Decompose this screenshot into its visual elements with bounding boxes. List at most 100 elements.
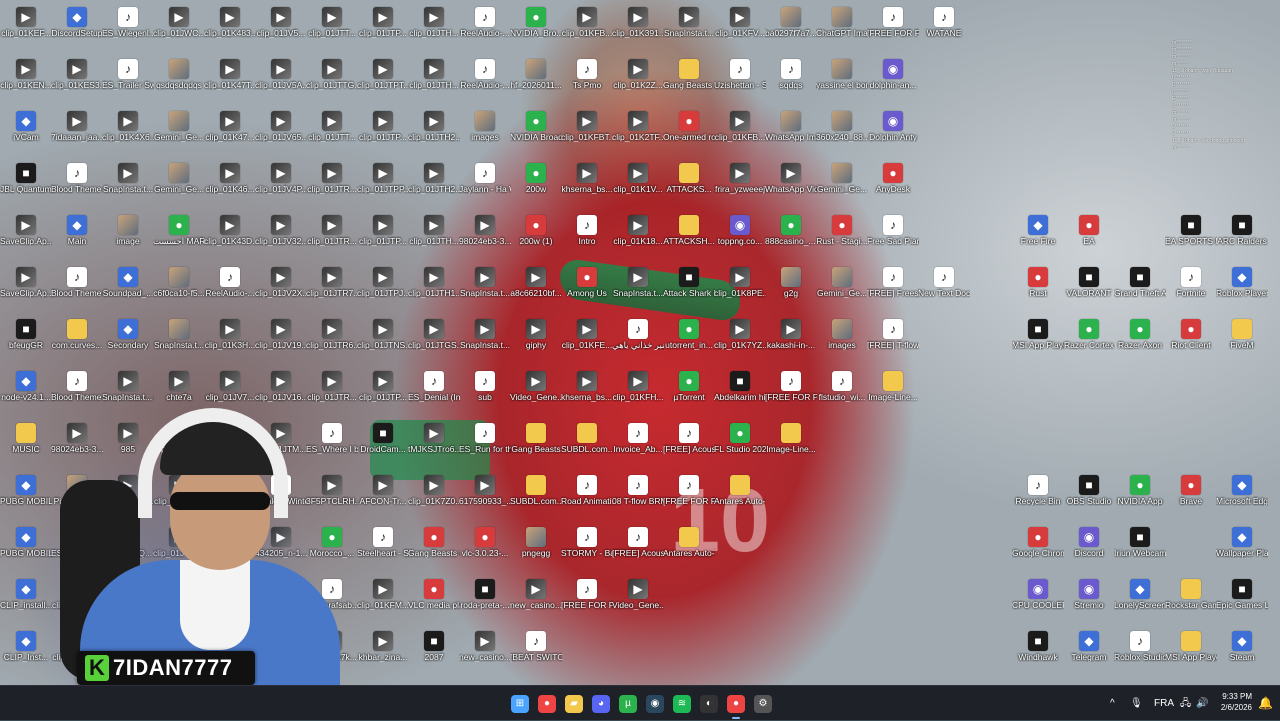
desktop-icon[interactable]: ♪Uzishettan - SOLO (Vis... <box>714 56 766 108</box>
desktop-icon[interactable]: ◆ Telegram <box>1063 628 1115 680</box>
language-indicator[interactable]: FRA <box>1154 686 1174 721</box>
desktop-icon[interactable]: ▶ clip_01KFE... <box>561 316 613 368</box>
desktop-icon[interactable]: ▶clip_01JTH... <box>408 56 460 108</box>
desktop-icon[interactable]: com.curves... <box>51 316 103 368</box>
desktop-icon[interactable]: ♪[FREE FOR PROFIT] ... <box>561 576 613 628</box>
desktop-icon[interactable]: ■ Windhawk <box>1012 628 1064 680</box>
desktop-icon[interactable]: ▶ clip_01KFB... <box>714 108 766 160</box>
desktop-icon[interactable]: ♪ Recycle Bin <box>1012 472 1064 524</box>
desktop-icon[interactable]: ♪ Intro <box>561 212 613 264</box>
desktop-icon[interactable]: pngegg <box>510 524 562 576</box>
desktop-icon[interactable]: 360x240_88... 3 <box>816 108 868 160</box>
desktop-icon[interactable]: ▶ clip_01JTTG... <box>306 56 358 108</box>
notification-bell-icon[interactable]: 🔔 <box>1258 686 1273 721</box>
desktop-icon[interactable]: ▶ clip_01JTR... <box>306 212 358 264</box>
desktop-icon[interactable]: ◆ Free Fire <box>1012 212 1064 264</box>
desktop-icon[interactable]: ■JBL QuantumE... <box>0 160 52 212</box>
desktop-icon[interactable]: ●VLC media player <box>408 576 460 628</box>
desktop-icon[interactable]: ◉ dolphin-an... <box>867 56 919 108</box>
desktop-icon[interactable]: ◉ Discord <box>1063 524 1115 576</box>
desktop-icon[interactable]: ◆ Microsoft Edge <box>1216 472 1268 524</box>
desktop-icon[interactable]: qsdqsdqdqs <box>153 56 205 108</box>
desktop-icon[interactable]: ▶ clip_01K1V... <box>612 160 664 212</box>
desktop-icon[interactable]: ■ Iriun Webcam <box>1114 524 1166 576</box>
desktop-icon[interactable]: ♪ Ts Pmo <box>561 56 613 108</box>
volume-icon[interactable]: 🔊 <box>1196 686 1208 721</box>
desktop-icon[interactable]: ■EA SPORTS FC™ 26 <box>1165 212 1217 264</box>
desktop-icon[interactable]: ▶ clip_01JV5... <box>255 4 307 56</box>
desktop-icon[interactable]: ♪ Fortnite <box>1165 264 1217 316</box>
desktop-icon[interactable]: ▶ clip_01JTH1... <box>408 264 460 316</box>
file-explorer-taskbar-icon[interactable]: ▰ <box>565 695 583 713</box>
desktop-icon[interactable]: ▶ clip_01JTPP... <box>357 160 409 212</box>
desktop-icon[interactable]: image <box>102 212 154 264</box>
desktop-icon[interactable]: ▶ clip_01JTGS... <box>408 316 460 368</box>
steam-taskbar-icon[interactable]: ◉ <box>646 695 664 713</box>
desktop-icon[interactable]: ChatGPT Image 3 fé... <box>816 4 868 56</box>
desktop-icon[interactable]: ♪STORMY - Bali maak... <box>561 524 613 576</box>
desktop-icon[interactable]: ◆ Main <box>51 212 103 264</box>
desktop-icon[interactable]: Gemini_Ge... <box>153 160 205 212</box>
desktop-icon[interactable]: ♪ ReelAudio-... <box>459 4 511 56</box>
desktop-icon[interactable]: ▶ clip_01K8PE... <box>714 264 766 316</box>
desktop-icon[interactable]: Image-Line... <box>765 420 817 472</box>
desktop-icon[interactable]: ♪ Invoice_Ab... <box>612 420 664 472</box>
desktop-icon[interactable]: ▶ SaveClip.Ap... <box>0 212 52 264</box>
desktop-icon[interactable]: ■ VALORANT <box>1063 264 1115 316</box>
discord-taskbar-icon[interactable]: ◕ <box>592 695 610 713</box>
desktop-icon[interactable]: ▶SnapInsta.t... <box>459 316 511 368</box>
windows-start-taskbar-icon[interactable]: ⊞ <box>511 695 529 713</box>
desktop-icon[interactable]: yassine el bomaly <box>816 56 868 108</box>
desktop-icon[interactable]: ♪ES_Run for the Man ... <box>459 420 511 472</box>
desktop-icon[interactable]: ▶ khserna_bs... <box>561 160 613 212</box>
desktop-icon[interactable]: Gang Beasts <box>510 420 562 472</box>
desktop-icon[interactable]: ▶ clip_01JTP... <box>357 4 409 56</box>
desktop-icon[interactable]: ▶clip_01JWC... (1) <box>153 4 205 56</box>
desktop-icon[interactable]: ▶ clip_01JV32... <box>255 212 307 264</box>
desktop-icon[interactable]: ● 200w <box>510 160 562 212</box>
desktop-icon[interactable]: ♪New Text Document <box>918 264 970 316</box>
desktop-icon[interactable]: Gang Beasts v1.28.1687.0 <box>663 56 715 108</box>
desktop-icon[interactable]: ▶khserna_bs... (1) <box>561 368 613 420</box>
desktop-icon[interactable]: ■ 2087 <box>408 628 460 680</box>
network-icon[interactable]: 🖧 <box>1180 686 1191 721</box>
desktop-icon[interactable]: ■ ARC Raiders <box>1216 212 1268 264</box>
desktop-icon[interactable]: ● Riot Client <box>1165 316 1217 368</box>
desktop-icon[interactable]: Antares Auto-Tune... <box>714 472 766 524</box>
desktop-icon[interactable]: ▶ clip_01K7Z0... <box>408 472 460 524</box>
desktop-icon[interactable]: ▶ clip_01JTNS... <box>357 316 409 368</box>
desktop-icon[interactable]: ▶ clip_01JTH2... <box>408 108 460 160</box>
desktop-icon[interactable]: ▶SnapInsta.t... <box>459 264 511 316</box>
desktop-icon[interactable]: ▶ clip_01JTT... <box>306 4 358 56</box>
desktop-icon[interactable]: ▶ clip_01K2Z... <box>612 56 664 108</box>
desktop-icon[interactable]: ▶ frira_yzweeej <box>714 160 766 212</box>
desktop-icon[interactable]: ● 200w (1) <box>510 212 562 264</box>
desktop-icon[interactable]: ◆ Roblox Player <box>1216 264 1268 316</box>
desktop-icon[interactable]: ♪[FREE FOR PROFIT] M... <box>867 4 919 56</box>
microphone-icon[interactable]: 🎙 <box>1130 686 1143 721</box>
desktop-icon[interactable]: ♪ Roblox Studio <box>1114 628 1166 680</box>
desktop-icon[interactable]: ♪[FREE] Acoustic ... <box>612 524 664 576</box>
desktop-icon[interactable]: ▶ clip_01K483... <box>204 4 256 56</box>
desktop-icon[interactable]: ● Rust - Stagi... <box>816 212 868 264</box>
desktop-icon[interactable]: ♪[FREE FOR PROFIT] ... <box>765 368 817 420</box>
desktop-icon[interactable]: WhatsApp Image 2026... <box>765 108 817 160</box>
desktop-icon[interactable]: ● NVIDIA_Bro... <box>510 4 562 56</box>
desktop-icon[interactable]: ◉ Dolphin Anty <box>867 108 919 160</box>
desktop-icon[interactable]: ●One-armed robber <box>663 108 715 160</box>
desktop-icon[interactable]: ●888casino_... 1 5 <box>765 212 817 264</box>
desktop-icon[interactable]: ATTACKSH... <box>663 212 715 264</box>
desktop-icon[interactable]: ♪ Road Animati... <box>561 472 613 524</box>
desktop-icon[interactable]: ♪Blood Theme (Instrument... <box>51 264 103 316</box>
desktop-icon[interactable]: ♪08 T-flow BRM BRM ... <box>612 472 664 524</box>
desktop-icon[interactable]: ■Abdelkarim hidan <box>714 368 766 420</box>
desktop-icon[interactable]: ▶clip_01JTH... <box>408 212 460 264</box>
desktop-icon[interactable]: ◆ iVCam <box>0 108 52 160</box>
desktop-icon[interactable]: ♪ES_Wiegenl... (Lullaby), ... <box>102 4 154 56</box>
desktop-icon[interactable]: ▶ kakashi-in-... <box>765 316 817 368</box>
desktop-icon[interactable]: ♪[FREE] T-flow BRM BRM ... <box>867 316 919 368</box>
desktop-icon[interactable]: ▶clip_01JTH... <box>408 4 460 56</box>
desktop-icon[interactable]: ▶WhatsApp Video 2026... <box>765 160 817 212</box>
desktop-icon[interactable]: ▶ clip_01JTP... <box>357 108 409 160</box>
desktop-icon[interactable]: ■Attack Shark Driver v4 <box>663 264 715 316</box>
